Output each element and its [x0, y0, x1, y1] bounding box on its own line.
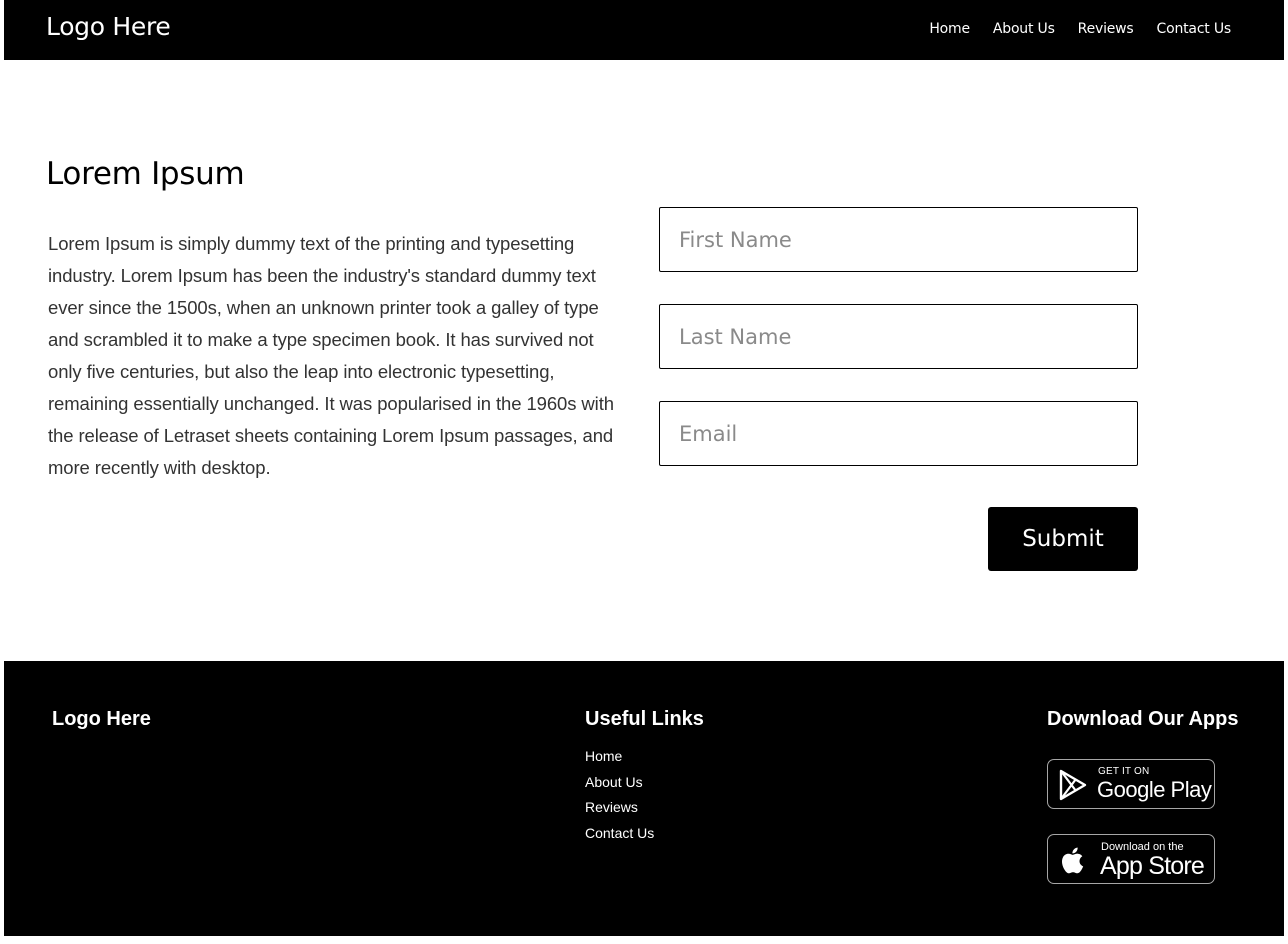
google-play-icon: [1059, 769, 1087, 801]
footer-links: Home About Us Reviews Contact Us: [585, 744, 654, 847]
footer-logo[interactable]: Logo Here: [52, 708, 151, 731]
intro-paragraph: Lorem Ipsum is simply dummy text of the …: [48, 233, 614, 478]
app-store-big-text: App Store: [1100, 852, 1205, 880]
nav-link-about-us[interactable]: About Us: [993, 21, 1055, 37]
header-logo[interactable]: Logo Here: [46, 12, 171, 41]
submit-button[interactable]: Submit: [988, 507, 1138, 571]
email-field[interactable]: [659, 401, 1138, 466]
first-name-field[interactable]: [659, 207, 1138, 272]
page-title: Lorem Ipsum: [46, 156, 245, 192]
nav-link-reviews[interactable]: Reviews: [1078, 21, 1134, 37]
google-play-badge[interactable]: GET IT ON Google Play: [1047, 759, 1215, 809]
site-footer: Logo Here Useful Links Home About Us Rev…: [4, 661, 1284, 936]
apple-icon: [1062, 847, 1084, 874]
nav-link-home[interactable]: Home: [929, 21, 970, 37]
google-play-small-text: GET IT ON: [1098, 766, 1150, 777]
last-name-field[interactable]: [659, 304, 1138, 369]
nav-link-contact-us[interactable]: Contact Us: [1157, 21, 1232, 37]
header-nav: Home About Us Reviews Contact Us: [929, 21, 1231, 37]
footer-link-contact-us[interactable]: Contact Us: [585, 821, 654, 847]
app-store-badge[interactable]: Download on the App Store: [1047, 834, 1215, 884]
footer-link-home[interactable]: Home: [585, 744, 654, 770]
footer-link-reviews[interactable]: Reviews: [585, 795, 654, 821]
useful-links-heading: Useful Links: [585, 708, 704, 730]
page: Logo Here Home About Us Reviews Contact …: [4, 0, 1284, 944]
download-apps-heading: Download Our Apps: [1047, 708, 1239, 730]
site-header: Logo Here Home About Us Reviews Contact …: [4, 0, 1284, 60]
footer-link-about-us[interactable]: About Us: [585, 770, 654, 796]
google-play-big-text: Google Play: [1097, 777, 1212, 802]
